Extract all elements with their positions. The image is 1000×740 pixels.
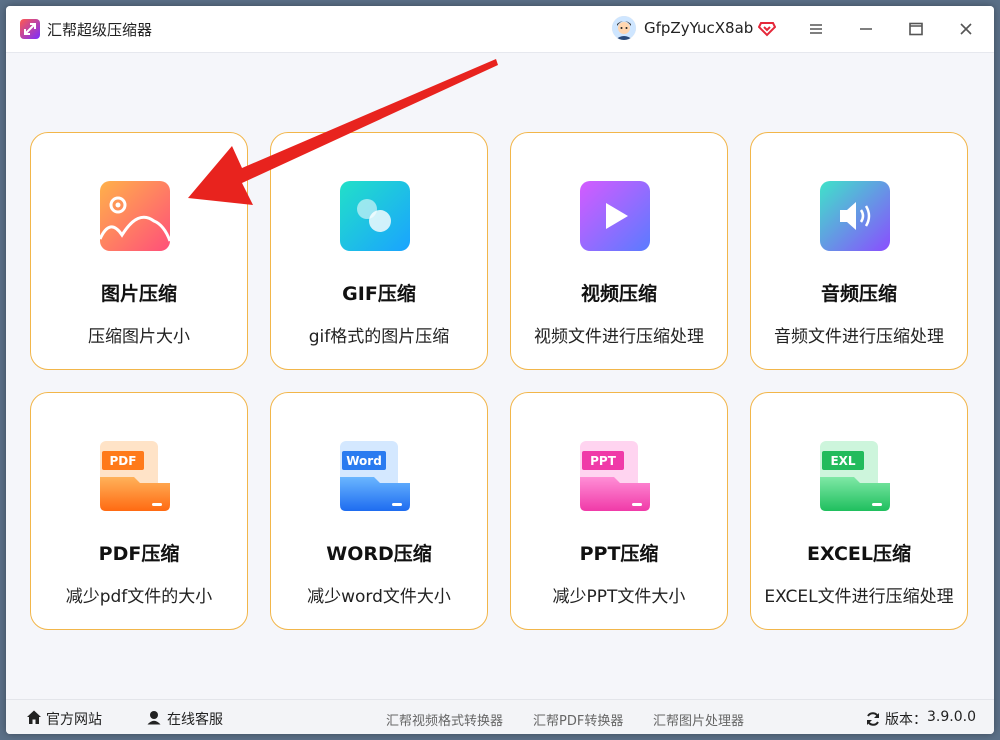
card-description: gif格式的图片压缩 — [308, 327, 450, 347]
home-icon — [27, 710, 41, 724]
status-bar: 官方网站 在线客服 汇帮视频格式转换器 汇帮PDF转换器 汇帮图片处理器 版本：… — [6, 699, 994, 734]
maximize-button[interactable] — [901, 14, 931, 44]
card-title: 视频压缩 — [580, 283, 657, 305]
minimize-button[interactable] — [851, 14, 881, 44]
app-logo-icon — [20, 19, 40, 39]
image-icon — [98, 181, 172, 251]
title-bar: 汇帮超级压缩器 GfpZyYucX8ab — [6, 6, 994, 53]
menu-button[interactable] — [801, 14, 831, 44]
word-badge: Word — [346, 454, 382, 468]
card-word-compress[interactable]: Word WORD压缩 减少word文件大小 — [270, 392, 488, 630]
card-audio-compress[interactable]: 音频压缩 音频文件进行压缩处理 — [750, 132, 968, 370]
version-number: 3.9.0.0 — [927, 709, 976, 725]
username[interactable]: GfpZyYucX8ab — [644, 19, 753, 37]
word-folder-icon: Word — [340, 441, 410, 511]
card-pdf-compress[interactable]: PDF PDF压缩 减少pdf文件的大小 — [30, 392, 248, 630]
card-video-compress[interactable]: 视频压缩 视频文件进行压缩处理 — [510, 132, 728, 370]
maximize-icon — [909, 22, 923, 36]
card-title: 图片压缩 — [100, 283, 177, 305]
card-gif-compress[interactable]: GIF压缩 gif格式的图片压缩 — [270, 132, 488, 370]
vip-diamond-icon[interactable] — [757, 19, 777, 41]
card-excel-compress[interactable]: EXL EXCEL压缩 EXCEL文件进行压缩处理 — [750, 392, 968, 630]
card-image-compress[interactable]: 图片压缩 压缩图片大小 — [30, 132, 248, 370]
close-icon — [960, 23, 972, 35]
card-description: EXCEL文件进行压缩处理 — [764, 587, 954, 607]
card-description: 减少PPT文件大小 — [552, 587, 686, 607]
card-description: 视频文件进行压缩处理 — [534, 327, 704, 347]
footer-link-pdf-converter[interactable]: 汇帮PDF转换器 — [533, 710, 623, 729]
audio-icon — [820, 181, 890, 251]
pdf-badge: PDF — [110, 454, 137, 468]
card-description: 压缩图片大小 — [88, 327, 190, 347]
card-ppt-compress[interactable]: PPT PPT压缩 减少PPT文件大小 — [510, 392, 728, 630]
customer-service-icon — [147, 711, 161, 725]
hamburger-icon — [810, 24, 822, 34]
card-description: 减少word文件大小 — [307, 587, 451, 607]
online-support-link[interactable]: 在线客服 — [167, 709, 223, 729]
card-title: 音频压缩 — [820, 283, 897, 305]
card-description: 减少pdf文件的大小 — [65, 587, 213, 607]
official-website-link[interactable]: 官方网站 — [46, 709, 102, 729]
excel-folder-icon: EXL — [820, 441, 890, 511]
video-icon — [580, 181, 650, 251]
card-title: WORD压缩 — [326, 543, 432, 565]
avatar[interactable] — [612, 16, 636, 40]
card-title: PDF压缩 — [98, 543, 180, 565]
excel-badge: EXL — [830, 454, 855, 468]
gif-icon — [340, 181, 410, 251]
card-title: GIF压缩 — [342, 283, 416, 305]
ppt-folder-icon: PPT — [580, 441, 650, 511]
card-title: EXCEL压缩 — [807, 543, 911, 565]
pdf-folder-icon: PDF — [100, 441, 170, 511]
app-window: 汇帮超级压缩器 GfpZyYucX8ab 图片压缩 压缩图片大小 GIF压缩 g… — [6, 6, 994, 734]
close-button[interactable] — [951, 14, 981, 44]
app-title: 汇帮超级压缩器 — [47, 21, 153, 39]
card-description: 音频文件进行压缩处理 — [774, 327, 944, 347]
ppt-badge: PPT — [590, 454, 617, 468]
version-label: 版本： — [885, 712, 927, 728]
footer-link-video-converter[interactable]: 汇帮视频格式转换器 — [386, 710, 503, 729]
footer-link-image-processor[interactable]: 汇帮图片处理器 — [653, 710, 744, 729]
card-title: PPT压缩 — [579, 543, 659, 565]
refresh-icon[interactable] — [865, 711, 881, 727]
minimize-icon — [860, 28, 872, 30]
